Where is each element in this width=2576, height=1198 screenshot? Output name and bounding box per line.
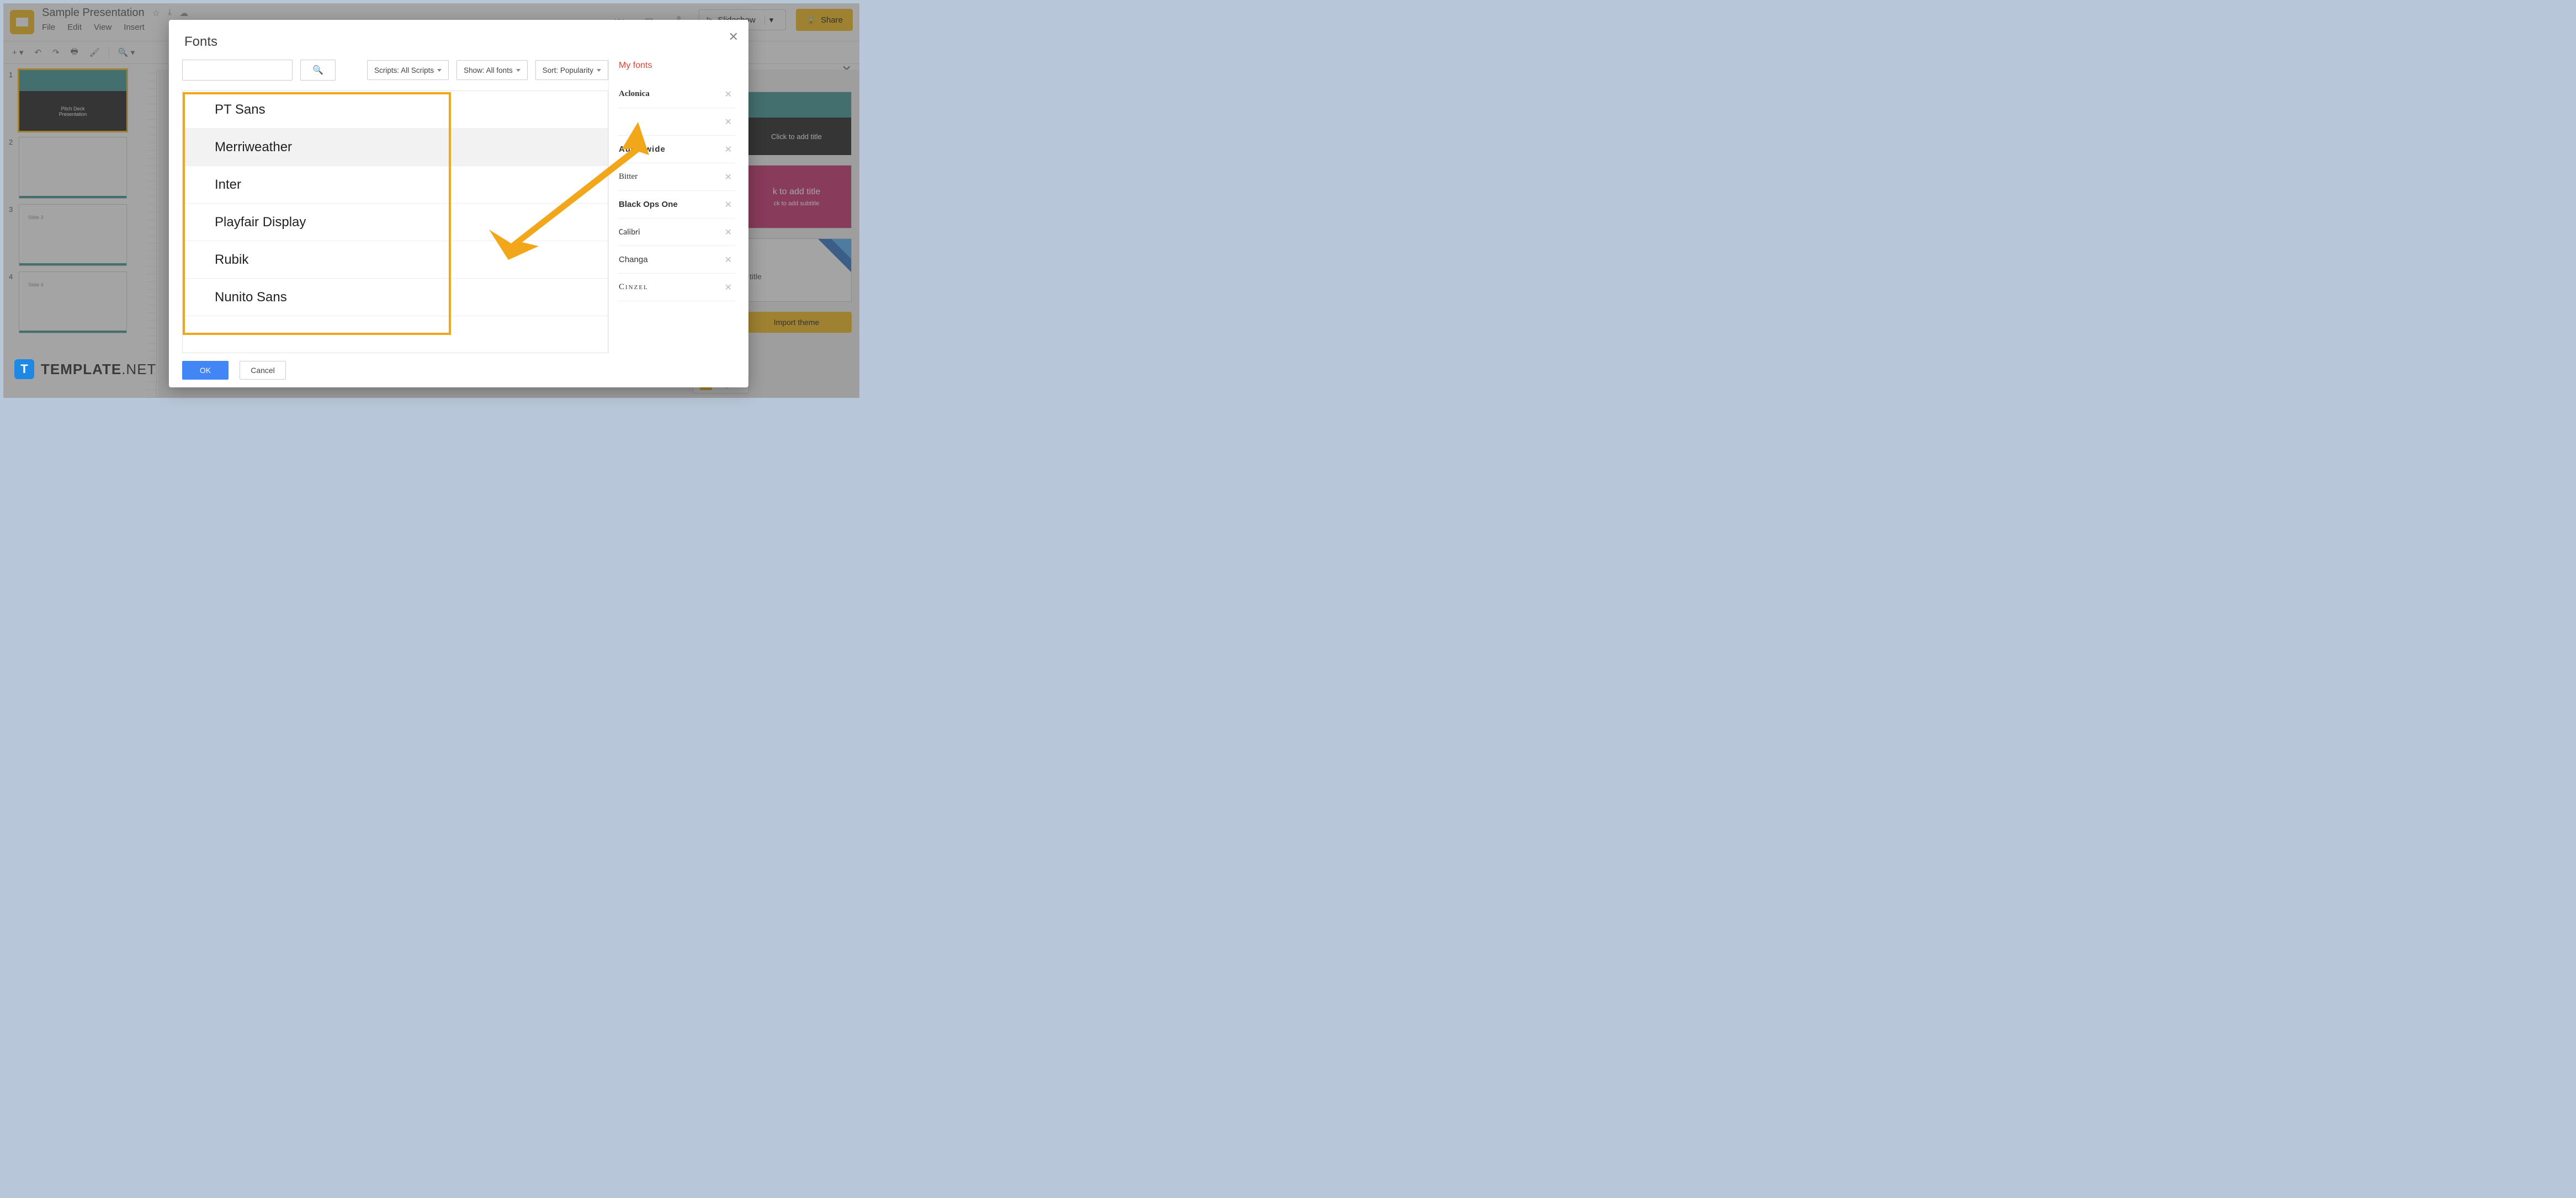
chevron-down-icon (516, 69, 520, 72)
myfont-row[interactable]: Aclonica✕ (618, 81, 735, 108)
chevron-down-icon (597, 69, 601, 72)
search-button[interactable]: 🔍 (300, 60, 336, 81)
myfont-row[interactable]: Black Ops One✕ (618, 191, 735, 219)
font-row[interactable]: PT Sans (183, 91, 608, 129)
remove-icon[interactable]: ✕ (725, 172, 732, 183)
show-filter[interactable]: Show: All fonts (456, 60, 528, 80)
remove-icon[interactable]: ✕ (725, 144, 732, 155)
font-row[interactable]: Nunito Sans (183, 279, 608, 316)
myfont-row[interactable]: Calibri✕ (618, 219, 735, 246)
scripts-filter[interactable]: Scripts: All Scripts (367, 60, 449, 80)
chevron-down-icon (437, 69, 442, 72)
font-search-input[interactable] (182, 60, 293, 81)
watermark: T TEMPLATE.NET (14, 359, 156, 379)
search-icon: 🔍 (312, 65, 323, 76)
remove-icon[interactable]: ✕ (725, 227, 732, 238)
myfont-row[interactable]: Cinzel✕ (618, 274, 735, 301)
remove-icon[interactable]: ✕ (725, 254, 732, 265)
font-row[interactable]: Merriweather (183, 129, 608, 166)
ok-button[interactable]: OK (182, 361, 229, 380)
fonts-dialog: Fonts ✕ 🔍 Scripts: All Scripts Show: All… (169, 20, 748, 387)
font-row[interactable]: Rubik (183, 241, 608, 279)
remove-icon[interactable]: ✕ (725, 282, 732, 293)
myfont-row[interactable]: Changa✕ (618, 246, 735, 274)
myfont-row[interactable]: ✕ (618, 108, 735, 136)
template-logo-icon: T (14, 359, 34, 379)
remove-icon[interactable]: ✕ (725, 199, 732, 210)
myfont-row[interactable]: Bitter✕ (618, 163, 735, 191)
remove-icon[interactable]: ✕ (725, 116, 732, 127)
sort-filter[interactable]: Sort: Popularity (535, 60, 608, 80)
font-list[interactable]: PT Sans Merriweather Inter Playfair Disp… (182, 90, 608, 353)
myfont-row[interactable]: Audiowide✕ (618, 136, 735, 163)
cancel-button[interactable]: Cancel (240, 361, 286, 380)
font-row[interactable]: Inter (183, 166, 608, 204)
close-icon[interactable]: ✕ (729, 30, 739, 44)
dialog-title: Fonts (169, 20, 748, 60)
my-fonts-title: My fonts (618, 60, 735, 81)
font-row[interactable]: Playfair Display (183, 204, 608, 241)
remove-icon[interactable]: ✕ (725, 89, 732, 100)
